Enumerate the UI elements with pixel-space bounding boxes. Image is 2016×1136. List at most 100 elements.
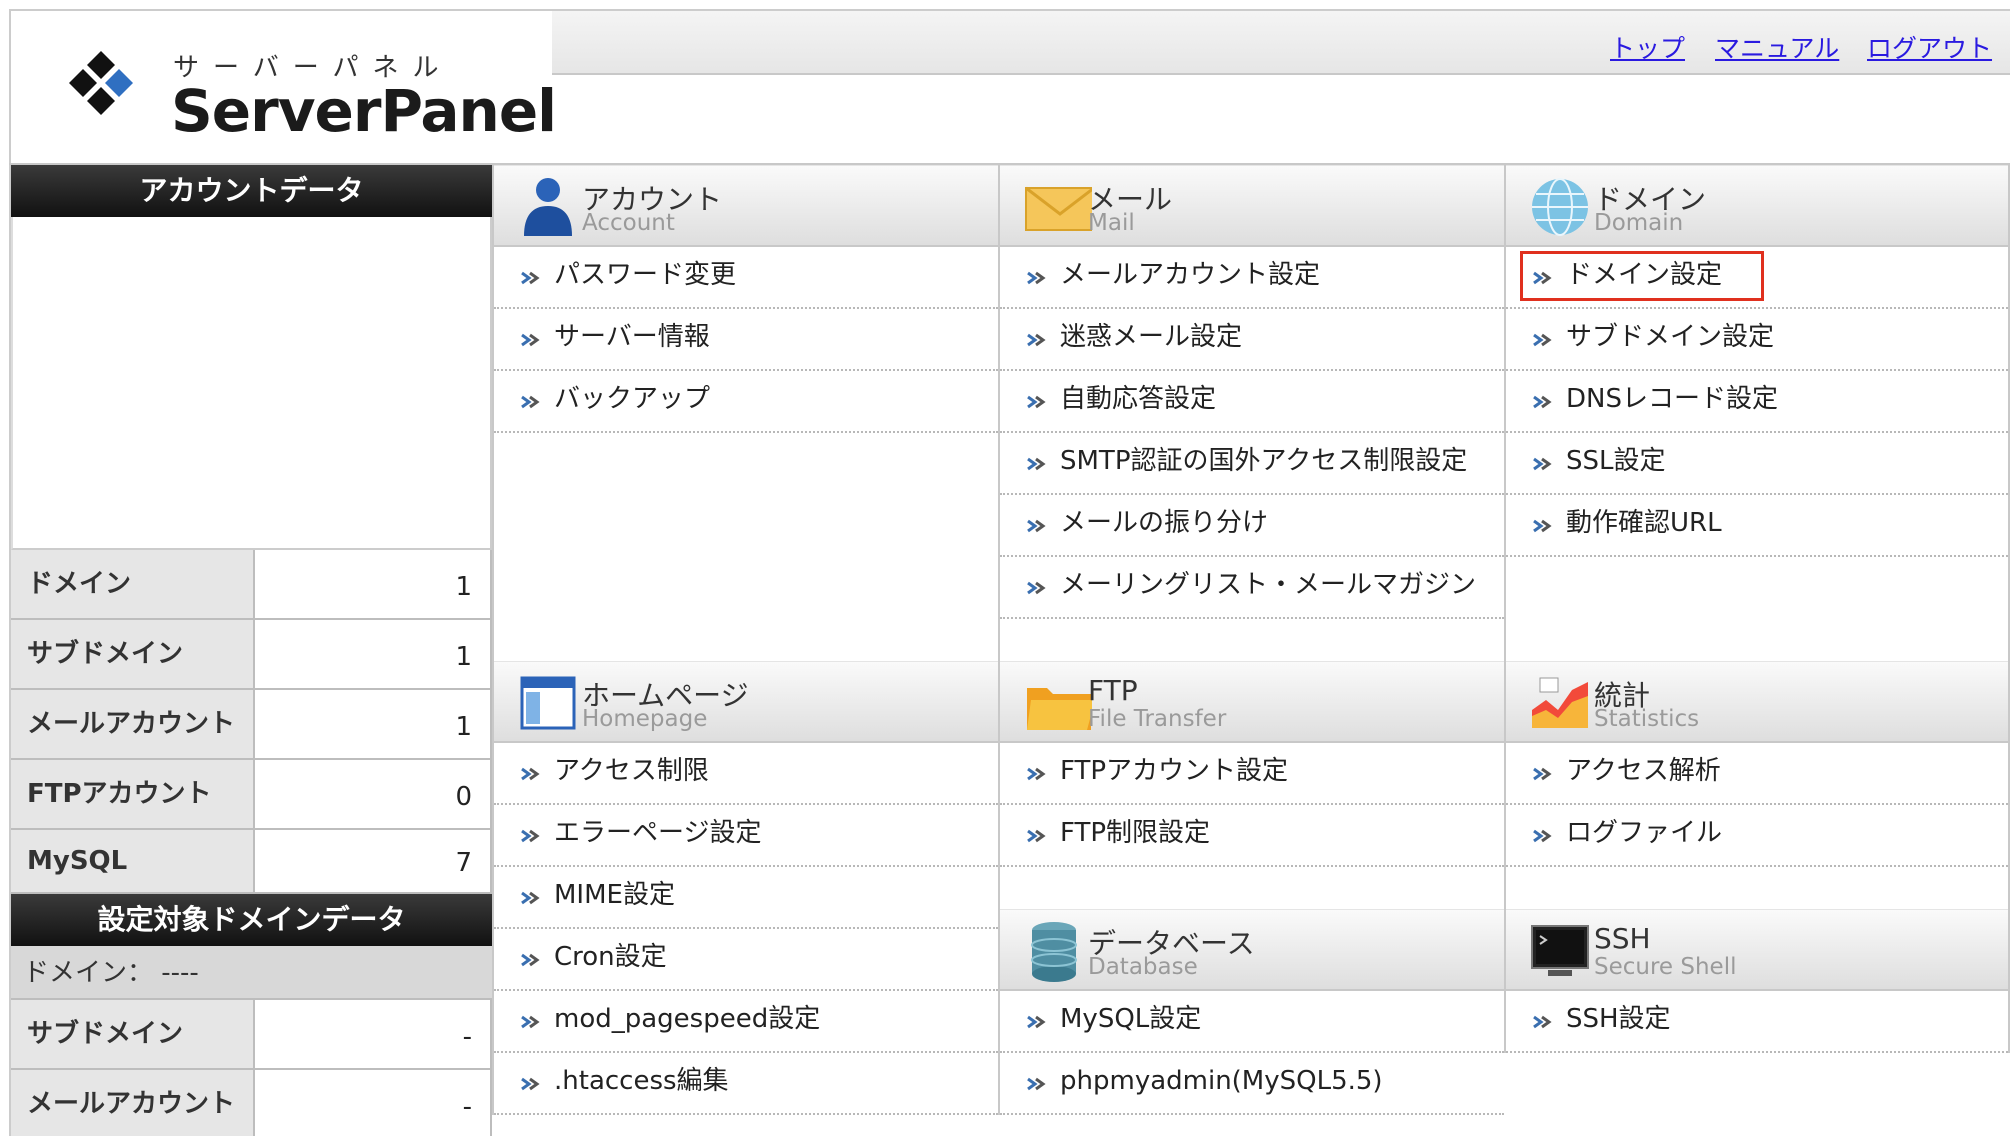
menu-item-mysql[interactable]: MySQL設定: [1000, 991, 1504, 1053]
account-row-ftp: FTPアカウント 0: [11, 760, 492, 830]
menu-item-label: .htaccess編集: [554, 1066, 729, 1096]
menu-item-spam[interactable]: 迷惑メール設定: [1000, 309, 1504, 371]
menu-item-label: FTPアカウント設定: [1060, 756, 1289, 786]
menu-item-access-analysis[interactable]: アクセス解析: [1506, 743, 2008, 805]
logo-area: サーバーパネル ServerPanel: [9, 9, 557, 165]
menu-item-label: SSH設定: [1566, 1004, 1671, 1034]
menu-item-label: サーバー情報: [554, 322, 710, 352]
domain-row-subdomain: サブドメイン -: [11, 1000, 492, 1070]
arrow-icon: [1027, 767, 1046, 781]
arrow-icon: [1027, 395, 1046, 409]
menu-item-mail-filter[interactable]: メールの振り分け: [1000, 495, 1504, 557]
menu-column-3: ドメイン Domain ドメイン設定 サブドメイン設定 DNSレコード設定 SS…: [1504, 165, 2010, 1053]
menu-column-2: メール Mail メールアカウント設定 迷惑メール設定 自動応答設定 SMTP認…: [998, 165, 1504, 1115]
menu-item-autoreply[interactable]: 自動応答設定: [1000, 371, 1504, 433]
arrow-icon: [1027, 333, 1046, 347]
menu-item-mailing-list[interactable]: メーリングリスト・メールマガジン: [1000, 557, 1504, 619]
arrow-icon: [521, 829, 540, 843]
menu-item-ftp-restrict[interactable]: FTP制限設定: [1000, 805, 1504, 867]
menu-item-label: パスワード変更: [554, 260, 737, 290]
row-label: サブドメイン: [11, 1000, 255, 1068]
arrow-icon: [521, 271, 540, 285]
row-label: ドメイン: [11, 550, 255, 618]
chart-icon: [1532, 677, 1588, 728]
empty-cell: [1000, 619, 1504, 661]
row-label: メールアカウント: [11, 690, 255, 758]
empty-cell: [1506, 557, 2008, 661]
row-label: FTPアカウント: [11, 760, 255, 828]
empty-cell: [1000, 867, 1504, 909]
menu-item-label: 迷惑メール設定: [1060, 322, 1243, 352]
section-subtitle: Secure Shell: [1594, 954, 1737, 980]
section-subtitle: Account: [582, 210, 675, 236]
menu-item-ssl[interactable]: SSL設定: [1506, 433, 2008, 495]
arrow-icon: [521, 1077, 540, 1091]
menu-item-label: SSL設定: [1566, 446, 1666, 476]
row-value: 1: [255, 690, 492, 758]
account-row-domain: ドメイン 1: [11, 550, 492, 620]
section-ftp-header: FTP File Transfer: [1000, 661, 1504, 743]
arrow-icon: [521, 1015, 540, 1029]
menu-item-label: 自動応答設定: [1060, 384, 1217, 414]
arrow-icon: [1533, 457, 1552, 471]
highlight-box: [1520, 251, 1764, 301]
menu-item-error-page[interactable]: エラーページ設定: [494, 805, 998, 867]
envelope-icon: [1025, 186, 1092, 231]
menu-item-label: メールの振り分け: [1060, 508, 1269, 538]
menu-item-test-url[interactable]: 動作確認URL: [1506, 495, 2008, 557]
section-subtitle: File Transfer: [1088, 706, 1227, 732]
menu-item-phpmyadmin[interactable]: phpmyadmin(MySQL5.5): [1000, 1053, 1504, 1115]
menu-item-ssh[interactable]: SSH設定: [1506, 991, 2008, 1053]
row-value: -: [255, 1000, 492, 1068]
menu-item-label: サブドメイン設定: [1566, 322, 1775, 352]
menu-item-label: ログファイル: [1566, 818, 1723, 848]
serverpanel-logo-icon: [69, 51, 133, 115]
account-row-mysql: MySQL 7: [11, 830, 492, 894]
account-row-subdomain: サブドメイン 1: [11, 620, 492, 690]
section-subtitle: Database: [1088, 954, 1198, 980]
browser-window-icon: [520, 676, 576, 730]
menu-item-label: mod_pagespeed設定: [554, 1004, 821, 1034]
arrow-icon: [1533, 1015, 1552, 1029]
menu-item-label: FTP制限設定: [1060, 818, 1211, 848]
row-label: サブドメイン: [11, 620, 255, 688]
nav-logout-link[interactable]: ログアウト: [1867, 29, 1992, 65]
menu-item-cron[interactable]: Cron設定: [494, 929, 998, 991]
menu-item-smtp-restrict[interactable]: SMTP認証の国外アクセス制限設定: [1000, 433, 1504, 495]
menu-item-domain-settings[interactable]: ドメイン設定: [1506, 247, 2008, 309]
arrow-icon: [1027, 271, 1046, 285]
menu-item-log-file[interactable]: ログファイル: [1506, 805, 2008, 867]
row-value: 1: [255, 550, 492, 618]
menu-item-backup[interactable]: バックアップ: [494, 371, 998, 433]
database-icon: [1031, 922, 1077, 982]
menu-item-ftp-account[interactable]: FTPアカウント設定: [1000, 743, 1504, 805]
menu-item-label: エラーページ設定: [554, 818, 762, 848]
menu-column-1: アカウント Account パスワード変更 サーバー情報 バックアップ ホームペ…: [492, 165, 998, 1115]
nav-manual-link[interactable]: マニュアル: [1715, 29, 1839, 65]
terminal-icon: [1531, 925, 1589, 976]
menu-item-htaccess[interactable]: .htaccess編集: [494, 1053, 998, 1115]
menu-item-label: メールアカウント設定: [1060, 260, 1321, 290]
menu-item-server-info[interactable]: サーバー情報: [494, 309, 998, 371]
menu-item-dns[interactable]: DNSレコード設定: [1506, 371, 2008, 433]
row-value: 0: [255, 760, 492, 828]
arrow-icon: [1533, 395, 1552, 409]
menu-item-password[interactable]: パスワード変更: [494, 247, 998, 309]
menu-item-label: MIME設定: [554, 880, 675, 910]
arrow-icon: [521, 891, 540, 905]
menu-item-label: phpmyadmin(MySQL5.5): [1060, 1066, 1383, 1096]
section-domain-header: ドメイン Domain: [1506, 165, 2008, 247]
arrow-icon: [1027, 457, 1046, 471]
arrow-icon: [521, 767, 540, 781]
arrow-icon: [1027, 829, 1046, 843]
menu-item-label: バックアップ: [554, 384, 711, 414]
menu-item-pagespeed[interactable]: mod_pagespeed設定: [494, 991, 998, 1053]
arrow-icon: [521, 395, 540, 409]
arrow-icon: [1533, 333, 1552, 347]
nav-top-link[interactable]: トップ: [1610, 29, 1685, 65]
menu-item-subdomain[interactable]: サブドメイン設定: [1506, 309, 2008, 371]
menu-item-mime[interactable]: MIME設定: [494, 867, 998, 929]
account-row-mail: メールアカウント 1: [11, 690, 492, 760]
menu-item-access-limit[interactable]: アクセス制限: [494, 743, 998, 805]
menu-item-mail-account[interactable]: メールアカウント設定: [1000, 247, 1504, 309]
